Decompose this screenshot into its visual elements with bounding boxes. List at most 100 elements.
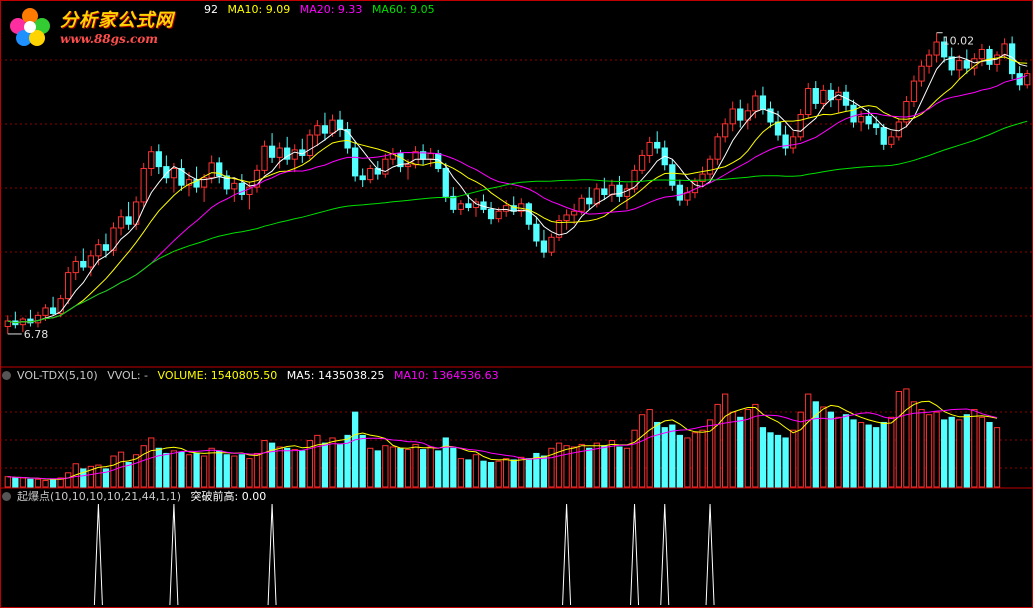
volume-bar bbox=[638, 414, 646, 488]
volume-bar bbox=[503, 458, 510, 488]
volume-bar bbox=[593, 442, 600, 488]
volume-bar bbox=[65, 472, 72, 488]
volume-bar bbox=[842, 414, 850, 488]
candle-body bbox=[268, 145, 276, 158]
candle-body bbox=[616, 184, 623, 197]
candle-body bbox=[1016, 73, 1023, 86]
signal-indicator-name[interactable]: 起爆点(10,10,10,10,21,44,1,1) bbox=[17, 490, 181, 503]
watermark-logo: 分析家公式网 www.88gs.com bbox=[2, 2, 202, 50]
volume-bar bbox=[918, 409, 925, 488]
candle-body bbox=[533, 223, 540, 242]
candle-body bbox=[42, 307, 49, 316]
volume-bar bbox=[971, 409, 978, 488]
volume-bar bbox=[389, 446, 397, 488]
volume-bar bbox=[480, 460, 487, 488]
candle-body bbox=[540, 240, 548, 253]
candle-body bbox=[65, 272, 72, 300]
volume-bar bbox=[397, 447, 404, 488]
candle-body bbox=[314, 125, 321, 136]
indicator-toggle-icon[interactable] bbox=[2, 492, 11, 501]
volume-bar bbox=[261, 440, 268, 488]
volume-bar bbox=[993, 427, 1001, 488]
volume-value-label: VOLUME: 1540805.50 bbox=[157, 369, 278, 382]
volume-bar bbox=[910, 401, 918, 488]
ma20-line bbox=[7, 74, 1028, 324]
candle-body bbox=[95, 244, 102, 257]
volume-bar bbox=[246, 458, 253, 488]
volume-bar bbox=[865, 424, 872, 488]
volume-bar bbox=[880, 421, 887, 488]
candle-body bbox=[586, 197, 593, 205]
volume-bar bbox=[699, 429, 706, 488]
volume-bar bbox=[873, 427, 880, 488]
volume-bar bbox=[956, 419, 963, 488]
candle-body bbox=[956, 60, 963, 71]
volume-bar bbox=[276, 446, 283, 488]
candle-body bbox=[631, 169, 638, 190]
candle-body bbox=[170, 167, 178, 179]
volume-bar bbox=[661, 427, 668, 488]
volume-bar bbox=[291, 449, 298, 488]
logo-title: 分析家公式网 bbox=[60, 10, 174, 31]
candle-body bbox=[857, 115, 865, 123]
volume-bar bbox=[450, 447, 457, 488]
indicator-toggle-icon[interactable] bbox=[2, 371, 11, 380]
candle-body bbox=[49, 307, 57, 315]
volume-bar bbox=[34, 478, 42, 488]
volume-bar bbox=[563, 445, 570, 488]
breakout-signal-spike bbox=[660, 503, 670, 606]
breakout-label: 突破前高: 0.00 bbox=[190, 490, 267, 503]
candle-body bbox=[978, 48, 986, 60]
signal-indicator-header: 起爆点(10,10,10,10,21,44,1,1) 突破前高: 0.00 bbox=[2, 490, 272, 504]
volume-bar bbox=[933, 411, 940, 488]
candle-body bbox=[865, 115, 872, 125]
candle-body bbox=[880, 127, 887, 145]
volume-bar bbox=[782, 437, 789, 488]
volume-bar bbox=[382, 445, 389, 488]
volume-bar bbox=[714, 403, 721, 488]
volume-bar bbox=[789, 429, 797, 488]
volume-bar bbox=[140, 445, 147, 488]
volume-indicator-name[interactable]: VOL-TDX(5,10) bbox=[17, 369, 98, 382]
candle-body bbox=[427, 153, 434, 160]
candle-body bbox=[503, 205, 510, 212]
candle-body bbox=[986, 48, 993, 65]
volume-bar bbox=[805, 393, 812, 488]
volume-bar bbox=[4, 476, 11, 488]
volume-bar bbox=[895, 390, 902, 488]
candle-body bbox=[563, 214, 570, 222]
volume-bar bbox=[510, 459, 517, 488]
volume-bar bbox=[321, 442, 329, 488]
volume-bar bbox=[767, 432, 774, 488]
candle-body bbox=[1001, 43, 1008, 56]
ma60-label: MA60: 9.05 bbox=[371, 3, 435, 16]
stock-chart[interactable]: 10.02 6.78 bbox=[0, 0, 1033, 608]
volume-bar bbox=[487, 461, 495, 488]
candle-body bbox=[329, 119, 336, 134]
volume-bar bbox=[669, 424, 676, 488]
volume-bar bbox=[737, 416, 744, 488]
candle-body bbox=[759, 95, 767, 110]
volume-bar bbox=[163, 452, 170, 488]
volume-bar bbox=[442, 437, 449, 488]
volume-bar bbox=[216, 450, 223, 488]
volume-bar bbox=[170, 450, 178, 488]
candle-body bbox=[706, 158, 714, 175]
candle-body bbox=[1024, 73, 1031, 86]
ma10-line bbox=[7, 56, 1028, 324]
volume-bar bbox=[200, 455, 208, 488]
volume-bar bbox=[684, 437, 691, 488]
volume-bar bbox=[457, 458, 465, 488]
candle-body bbox=[495, 210, 502, 220]
candle-body bbox=[208, 162, 215, 179]
volume-bar bbox=[284, 447, 291, 488]
volume-bar bbox=[888, 416, 895, 488]
volume-bar bbox=[178, 451, 185, 488]
candle-body bbox=[487, 208, 495, 220]
candle-body bbox=[737, 108, 744, 121]
candle-body bbox=[676, 184, 683, 201]
candle-body bbox=[933, 41, 940, 56]
volume-bar bbox=[367, 447, 374, 488]
ma10-label: MA10: 9.09 bbox=[227, 3, 291, 16]
volume-bar bbox=[148, 437, 155, 488]
